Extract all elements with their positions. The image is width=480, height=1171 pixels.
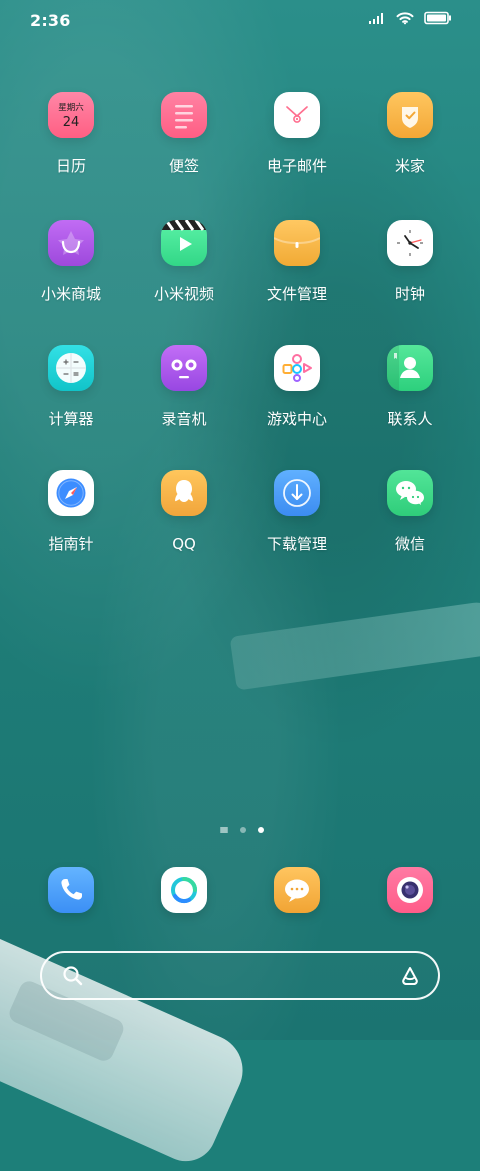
page-indicator (220, 825, 264, 835)
app-calendar[interactable]: 星期六 24 日历 (16, 92, 126, 175)
mi-video-icon (161, 220, 207, 266)
search-input[interactable] (94, 961, 386, 994)
status-time: 2:36 (30, 11, 71, 30)
battery-icon (424, 11, 452, 25)
app-mi-store[interactable]: 小米商城 (16, 220, 126, 303)
browser-icon (171, 877, 197, 904)
app-compass[interactable]: 指南针 (16, 470, 126, 553)
app-label: 日历 (55, 157, 86, 175)
app-recorder[interactable]: 录音机 (129, 345, 239, 428)
download-manager-icon (274, 470, 320, 516)
app-contacts[interactable]: 联系人 (355, 345, 465, 428)
app-game-center[interactable]: 游戏中心 (242, 345, 352, 428)
mijia-icon (387, 92, 433, 138)
calendar-date: 24 (63, 115, 80, 130)
app-clock[interactable]: 时钟 (355, 220, 465, 303)
app-mi-video[interactable]: 小米视频 (129, 220, 239, 303)
menu-indicator-icon (220, 827, 228, 833)
compass-icon (48, 470, 94, 516)
app-calculator[interactable]: 计算器 (16, 345, 126, 428)
calendar-weekday: 星期六 (58, 102, 84, 113)
app-wechat[interactable]: 微信 (355, 470, 465, 553)
app-label: 便签 (168, 157, 199, 175)
dock-phone[interactable] (48, 867, 94, 913)
dock-camera[interactable] (387, 867, 433, 913)
notes-icon (161, 92, 207, 138)
assistant-icon[interactable] (398, 964, 422, 992)
message-icon (285, 879, 309, 902)
mi-store-icon (48, 220, 94, 266)
status-icons (368, 11, 452, 25)
app-label: 微信 (394, 535, 425, 553)
app-label: 联系人 (387, 410, 433, 428)
app-qq[interactable]: QQ (129, 470, 239, 553)
app-label: 游戏中心 (266, 410, 327, 428)
app-label: 下载管理 (266, 535, 327, 553)
app-label: 电子邮件 (266, 157, 327, 175)
search-icon (62, 965, 84, 991)
wallpaper-boat-strip (229, 599, 480, 691)
app-notes[interactable]: 便签 (129, 92, 239, 175)
app-label: 米家 (394, 157, 425, 175)
app-download-manager[interactable]: 下载管理 (242, 470, 352, 553)
wechat-icon (387, 470, 433, 516)
page-dot-active[interactable] (258, 827, 264, 833)
file-manager-icon (274, 220, 320, 266)
app-label: 计算器 (48, 410, 94, 428)
app-label: 小米商城 (40, 285, 101, 303)
app-label: QQ (172, 535, 196, 553)
qq-icon (161, 470, 207, 516)
search-bar[interactable] (40, 951, 440, 1000)
dock-messages[interactable] (274, 867, 320, 913)
app-label: 录音机 (161, 410, 207, 428)
camera-icon (397, 877, 423, 903)
calculator-icon (48, 345, 94, 391)
recorder-icon (161, 345, 207, 391)
contacts-icon (387, 345, 433, 391)
clock-icon (387, 220, 433, 266)
email-icon (274, 92, 320, 138)
dock-browser[interactable] (161, 867, 207, 913)
phone-icon (61, 879, 82, 900)
signal-icon (368, 11, 386, 25)
wifi-icon (396, 11, 414, 25)
app-label: 时钟 (394, 285, 425, 303)
app-label: 指南针 (48, 535, 94, 553)
app-mijia[interactable]: 米家 (355, 92, 465, 175)
app-label: 文件管理 (266, 285, 327, 303)
status-bar: 2:36 (0, 0, 480, 42)
page-dot[interactable] (240, 827, 246, 833)
game-center-icon (274, 345, 320, 391)
app-file-manager[interactable]: 文件管理 (242, 220, 352, 303)
app-email[interactable]: 电子邮件 (242, 92, 352, 175)
app-label: 小米视频 (153, 285, 214, 303)
calendar-icon: 星期六 24 (48, 92, 94, 138)
